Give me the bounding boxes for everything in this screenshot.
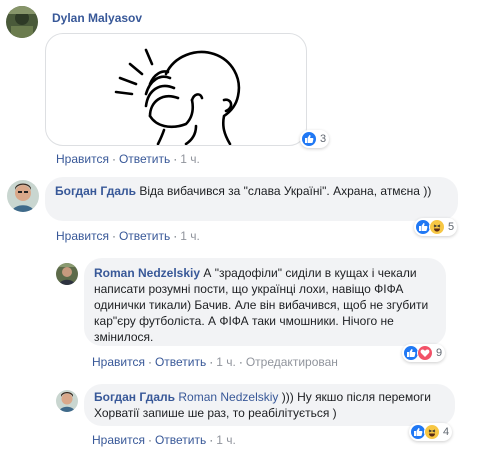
reaction-count: 9 [436,347,443,359]
like-icon [301,131,317,147]
timestamp[interactable]: 1 ч. [216,433,236,447]
avatar[interactable] [56,390,78,412]
avatar[interactable] [56,263,78,285]
reaction-count: 5 [448,221,455,233]
comment-bubble: Богдан Гдаль Roman Nedzelskiy ))) Ну якш… [84,384,455,426]
like-link[interactable]: Нравится [56,152,109,166]
comment-author[interactable]: Dylan Malyasov [52,11,142,25]
timestamp[interactable]: 1 ч. [180,152,200,166]
reactions-summary[interactable]: 3 [300,130,330,148]
edited-label[interactable]: Отредактирован [246,355,338,369]
reaction-count: 3 [320,133,327,145]
timestamp[interactable]: 1 ч. [180,229,200,243]
reply-link[interactable]: Ответить [119,152,170,166]
mention-link[interactable]: Roman Nedzelskiy [178,390,278,404]
reply-link[interactable]: Ответить [119,229,170,243]
comment-actions: Нравится · Ответить · 1 ч. [56,152,200,166]
comment-bubble: Богдан Гдаль Віда вибачився за "слава Ук… [45,177,458,221]
comment-text: Віда вибачився за "слава Україні". Ахран… [139,184,432,198]
comment-author[interactable]: Roman Nedzelskiy [94,266,200,280]
reactions-summary[interactable]: 9 [402,344,446,362]
comment-author[interactable]: Богдан Гдаль [94,390,175,404]
comment-bubble: Roman Nedzelskiy А "зрадофіли" сиділи в … [84,258,446,346]
comment-actions: Нравится · Ответить · 1 ч. · Отредактирован [92,355,338,369]
comment-actions: Нравится · Ответить · 1 ч. [92,433,236,447]
like-link[interactable]: Нравится [92,355,145,369]
avatar[interactable] [6,6,38,38]
like-link[interactable]: Нравится [56,229,109,243]
haha-icon [424,424,440,440]
timestamp[interactable]: 1 ч. [216,355,236,369]
reactions-summary[interactable]: 4 [409,423,453,441]
reactions-summary[interactable]: 5 [414,218,458,236]
like-link[interactable]: Нравится [92,433,145,447]
reaction-count: 4 [443,426,450,438]
reply-link[interactable]: Ответить [155,355,206,369]
facepalm-drawing [114,48,241,145]
avatar[interactable] [7,180,39,212]
love-icon [417,345,433,361]
comment-image[interactable] [45,33,307,146]
haha-icon [429,219,445,235]
comment-author[interactable]: Богдан Гдаль [55,184,136,198]
comment-actions: Нравится · Ответить · 1 ч. [56,229,200,243]
reply-link[interactable]: Ответить [155,433,206,447]
